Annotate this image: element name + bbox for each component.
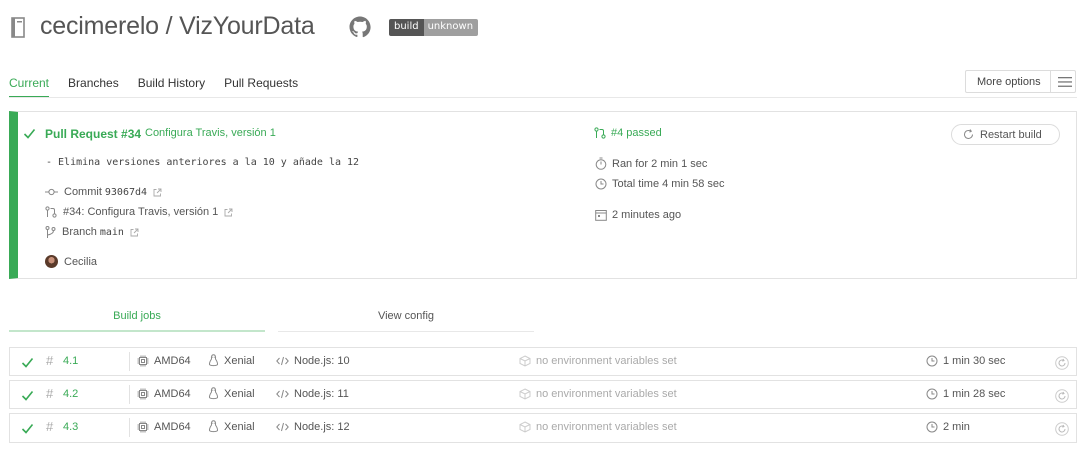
column-divider — [129, 385, 130, 404]
linux-icon — [208, 354, 219, 367]
author-name: Cecilia — [64, 256, 98, 268]
column-divider — [129, 418, 130, 437]
job-number[interactable]: 4.3 — [63, 421, 78, 433]
clock-icon — [926, 421, 938, 433]
total-time: Total time 4 min 58 sec — [595, 178, 725, 190]
job-duration: 1 min 28 sec — [926, 388, 1005, 400]
external-link-icon — [130, 228, 139, 237]
tab-pull-requests[interactable]: Pull Requests — [224, 76, 298, 97]
cpu-icon — [137, 355, 149, 367]
restart-build-button[interactable]: Restart build — [951, 124, 1060, 145]
passed-check-icon — [21, 356, 34, 369]
tab-build-jobs[interactable]: Build jobs — [9, 310, 265, 322]
pull-request-link[interactable]: #34: Configura Travis, versión 1 — [45, 206, 233, 218]
column-divider — [129, 352, 130, 371]
job-language: Node.js: 10 — [276, 355, 350, 367]
commit-sha: 93067d4 — [104, 186, 148, 198]
cpu-icon — [137, 421, 149, 433]
external-link-icon — [153, 188, 162, 197]
job-env: no environment variables set — [519, 421, 677, 433]
hash-icon: # — [46, 353, 54, 368]
repo-icon — [10, 17, 26, 39]
external-link-icon — [224, 208, 233, 217]
linux-icon — [208, 420, 219, 433]
tab-build-history[interactable]: Build History — [138, 76, 205, 97]
tab-view-config[interactable]: View config — [278, 310, 534, 322]
passed-check-icon — [21, 422, 34, 435]
build-status-badge: build unknown — [389, 19, 479, 36]
job-os: Xenial — [208, 354, 255, 367]
branch-link[interactable]: Branch main — [45, 226, 139, 238]
job-env: no environment variables set — [519, 355, 677, 367]
repo-title[interactable]: cecimerelo / VizYourData — [40, 12, 315, 41]
job-duration: 2 min — [926, 421, 970, 433]
branch-label: Branch — [62, 226, 97, 238]
avatar — [45, 255, 58, 268]
more-options-label: More options — [977, 75, 1041, 88]
job-env: no environment variables set — [519, 388, 677, 400]
stopwatch-icon — [595, 157, 607, 170]
tab-branches[interactable]: Branches — [68, 76, 119, 97]
job-language: Node.js: 12 — [276, 421, 350, 433]
package-icon — [519, 388, 531, 400]
passed-check-icon — [23, 127, 36, 140]
hamburger-icon — [1058, 76, 1072, 87]
hash-icon: # — [46, 419, 54, 434]
job-language: Node.js: 11 — [276, 388, 349, 400]
main-tabs: Current Branches Build History Pull Requ… — [9, 76, 317, 97]
cpu-icon — [137, 388, 149, 400]
pull-request-title[interactable]: Pull Request #34 — [45, 127, 141, 141]
restart-build-label: Restart build — [980, 128, 1042, 141]
clock-icon — [595, 178, 607, 190]
pull-request-label: #34: Configura Travis, versión 1 — [63, 206, 219, 218]
commit-label: Commit — [64, 186, 102, 198]
job-duration: 1 min 30 sec — [926, 355, 1005, 367]
restart-job-icon[interactable] — [1055, 389, 1069, 403]
hash-icon: # — [46, 386, 54, 401]
package-icon — [519, 355, 531, 367]
build-status-label: #4 passed — [611, 127, 662, 139]
clock-icon — [926, 388, 938, 400]
code-icon — [276, 389, 289, 399]
job-arch: AMD64 — [137, 355, 191, 367]
build-status[interactable]: #4 passed — [594, 127, 662, 139]
clock-icon — [926, 355, 938, 367]
finished-at: 2 minutes ago — [595, 209, 681, 221]
tabs-divider — [9, 97, 1077, 98]
passed-check-icon — [21, 389, 34, 402]
ran-for: Ran for 2 min 1 sec — [595, 157, 707, 170]
pull-request-subtitle: Configura Travis, versión 1 — [145, 127, 276, 139]
job-arch: AMD64 — [137, 421, 191, 433]
build-jobs-underline — [9, 330, 265, 332]
job-number[interactable]: 4.2 — [63, 388, 78, 400]
restart-job-icon[interactable] — [1055, 422, 1069, 436]
pull-request-icon — [594, 127, 606, 139]
package-icon — [519, 421, 531, 433]
restart-job-icon[interactable] — [1055, 356, 1069, 370]
job-number[interactable]: 4.1 — [63, 355, 78, 367]
job-os: Xenial — [208, 420, 255, 433]
commit-link[interactable]: Commit 93067d4 — [45, 186, 162, 198]
code-icon — [276, 422, 289, 432]
job-os: Xenial — [208, 387, 255, 400]
calendar-icon — [595, 209, 607, 221]
more-options-button[interactable]: More options — [965, 70, 1076, 93]
github-icon[interactable] — [348, 15, 372, 39]
pull-request-icon — [45, 206, 57, 218]
commit-icon — [45, 187, 58, 197]
tab-current[interactable]: Current — [9, 76, 50, 97]
view-config-underline — [278, 331, 534, 332]
commit-message: - Elimina versiones anteriores a la 10 y… — [46, 157, 360, 168]
branch-name: main — [99, 226, 124, 238]
code-icon — [276, 356, 289, 366]
branch-icon — [45, 226, 56, 238]
restart-icon — [963, 129, 974, 140]
linux-icon — [208, 387, 219, 400]
job-arch: AMD64 — [137, 388, 191, 400]
